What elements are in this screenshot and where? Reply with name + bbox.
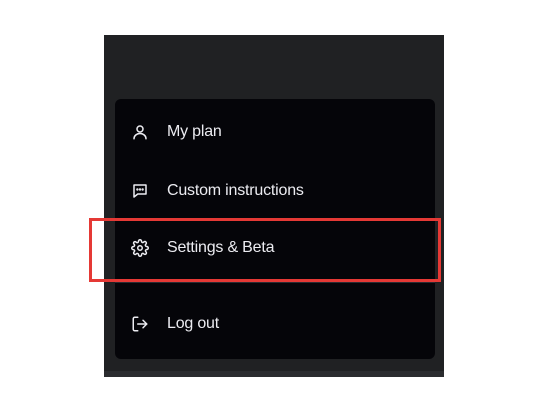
chat-message-icon <box>131 182 149 200</box>
sidebar-panel: My plan Custom instructions Settings & B… <box>104 35 444 377</box>
panel-bottom-strip <box>104 371 444 377</box>
menu-item-label: Settings & Beta <box>167 239 275 256</box>
menu-item-my-plan[interactable]: My plan <box>115 112 435 152</box>
menu-item-custom-instructions[interactable]: Custom instructions <box>115 171 435 211</box>
gear-icon <box>131 239 149 257</box>
menu-item-label: Log out <box>167 315 219 332</box>
menu-item-label: My plan <box>167 123 222 140</box>
menu-item-label: Custom instructions <box>167 182 304 199</box>
account-menu: My plan Custom instructions Settings & B… <box>115 99 435 359</box>
menu-divider <box>115 282 435 283</box>
user-icon <box>131 123 149 141</box>
log-out-icon <box>131 315 149 333</box>
menu-item-settings-beta[interactable]: Settings & Beta <box>115 228 435 268</box>
menu-item-log-out[interactable]: Log out <box>115 304 435 344</box>
